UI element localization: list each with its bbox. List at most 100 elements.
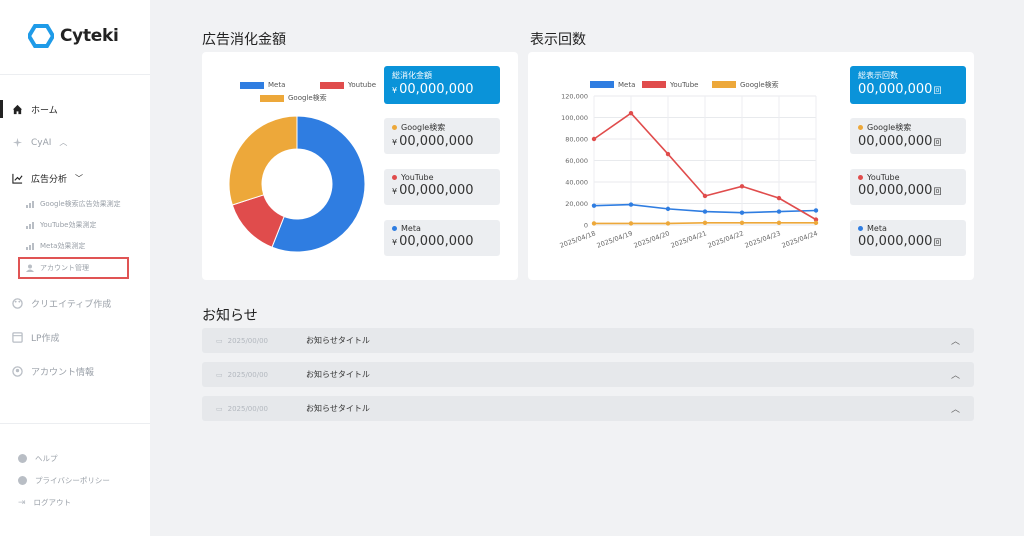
user-circle-icon: [12, 366, 23, 377]
bullet-icon: [392, 175, 397, 180]
nav-item-ad-analysis[interactable]: 広告分析 ﹀: [12, 172, 83, 185]
news-title: お知らせ: [202, 308, 258, 324]
logo[interactable]: Cyteki: [28, 24, 119, 48]
data-point: [776, 209, 782, 214]
nav-item-home[interactable]: ホーム: [12, 103, 58, 116]
footer-item-privacy[interactable]: プライバシーポリシー: [18, 475, 110, 486]
news-item-title: お知らせタイトル: [306, 370, 370, 379]
bullet-icon: [858, 125, 863, 130]
spend-youtube-value: 00,000,000: [399, 183, 474, 198]
nav-label-account-info: アカウント情報: [31, 368, 95, 378]
sub-item-google[interactable]: Google検索広告効果測定: [26, 199, 121, 209]
footer-item-logout[interactable]: ⇥ ログアウト: [18, 497, 71, 508]
data-point: [628, 202, 634, 207]
data-point: [591, 203, 597, 208]
data-point: [702, 220, 708, 226]
y-tick-label: 60,000: [565, 157, 588, 165]
bullet-icon: [858, 175, 863, 180]
nav-item-creative[interactable]: クリエイティブ作成: [12, 297, 111, 310]
home-icon: [12, 104, 23, 115]
news-item[interactable]: ▭ 2025/00/00 お知らせタイトル ︿: [202, 362, 974, 387]
hexagon-logo-icon: [28, 24, 54, 48]
chevron-up-icon[interactable]: ︿: [951, 334, 960, 347]
impressions-meta-label: Meta: [867, 224, 887, 233]
unit-label: 回: [933, 86, 942, 95]
total-spend-box: 総消化金額 ¥00,000,000: [384, 66, 500, 104]
spend-meta-value: 00,000,000: [399, 234, 474, 249]
spend-youtube-label: YouTube: [401, 173, 434, 182]
help-icon: [18, 454, 27, 463]
x-tick-label: 2025/04/24: [781, 229, 819, 249]
data-point: [628, 221, 634, 226]
data-point: [739, 184, 745, 189]
total-spend-value: 00,000,000: [399, 82, 474, 97]
impressions-meta-box: Meta 00,000,000回: [850, 220, 966, 256]
y-tick-label: 100,000: [561, 114, 588, 122]
bar-chart-icon: [26, 201, 34, 208]
legend-label: Meta: [268, 81, 286, 89]
news-item[interactable]: ▭ 2025/00/00 お知らせタイトル ︿: [202, 328, 974, 353]
spend-youtube-box: YouTube ¥00,000,000: [384, 169, 500, 205]
x-tick-label: 2025/04/22: [707, 229, 745, 249]
chevron-up-icon[interactable]: ︿: [951, 368, 960, 381]
legend-swatch: [712, 81, 736, 88]
sparkle-icon: [12, 137, 23, 148]
spend-donut-chart: [228, 115, 366, 253]
currency-symbol: ¥: [392, 238, 398, 247]
impressions-title: 表示回数: [530, 32, 586, 48]
news-item[interactable]: ▭ 2025/00/00 お知らせタイトル ︿: [202, 396, 974, 421]
nav-item-account-info[interactable]: アカウント情報: [12, 365, 94, 378]
spend-meta-box: Meta ¥00,000,000: [384, 220, 500, 256]
impressions-youtube-label: YouTube: [867, 173, 900, 182]
donut-slice-2: [228, 115, 298, 206]
impressions-meta-value: 00,000,000: [858, 234, 933, 249]
legend-label: Meta: [618, 81, 635, 89]
sub-item-youtube[interactable]: YouTube効果測定: [26, 220, 96, 230]
impressions-google-label: Google検索: [867, 123, 912, 132]
unit-label: 回: [933, 238, 942, 247]
x-tick-label: 2025/04/18: [559, 229, 597, 249]
palette-icon: [12, 298, 23, 309]
y-tick-label: 0: [584, 222, 588, 230]
unit-label: 回: [933, 187, 942, 196]
bullet-icon: [858, 226, 863, 231]
nav-item-cyai[interactable]: CyAI ︿: [12, 137, 67, 148]
legend-swatch: [642, 81, 666, 88]
calendar-icon: ▭: [216, 370, 223, 379]
data-point: [665, 206, 671, 212]
sub-label-youtube: YouTube効果測定: [40, 221, 97, 229]
impressions-youtube-value: 00,000,000: [858, 183, 933, 198]
chevron-up-icon[interactable]: ︿: [951, 402, 960, 415]
spend-meta-label: Meta: [401, 224, 421, 233]
chevron-down-icon: ﹀: [75, 174, 84, 183]
y-tick-label: 120,000: [561, 93, 588, 101]
y-tick-label: 40,000: [565, 179, 588, 187]
data-point: [776, 195, 782, 201]
news-date: 2025/00/00: [227, 404, 268, 413]
nav-item-lp[interactable]: LP作成: [12, 331, 59, 344]
logout-icon: ⇥: [18, 497, 26, 508]
news-date: 2025/00/00: [227, 336, 268, 345]
currency-symbol: ¥: [392, 187, 398, 196]
news-date: 2025/00/00: [227, 370, 268, 379]
active-indicator: [0, 100, 3, 118]
sidebar: Cyteki ホーム CyAI ︿ 広告分析 ﹀ Google検索広告効果測定 …: [0, 0, 150, 536]
footer-item-help[interactable]: ヘルプ: [18, 453, 58, 464]
data-point: [665, 221, 671, 226]
currency-symbol: ¥: [392, 138, 398, 147]
bar-chart-icon: [26, 243, 34, 250]
data-point: [739, 220, 745, 226]
total-spend-label: 総消化金額: [392, 71, 432, 80]
legend-label: Youtube: [348, 81, 376, 89]
legend-label: Google検索: [288, 94, 327, 102]
legend-swatch: [240, 81, 264, 89]
trend-icon: [12, 173, 23, 184]
info-icon: [18, 476, 27, 485]
sub-item-meta[interactable]: Meta効果測定: [26, 241, 85, 251]
bullet-icon: [392, 226, 397, 231]
legend-swatch: [260, 94, 284, 102]
legend-swatch: [590, 81, 614, 88]
calendar-icon: ▭: [216, 336, 223, 345]
x-tick-label: 2025/04/23: [744, 229, 782, 249]
total-impressions-value: 00,000,000: [858, 82, 933, 97]
